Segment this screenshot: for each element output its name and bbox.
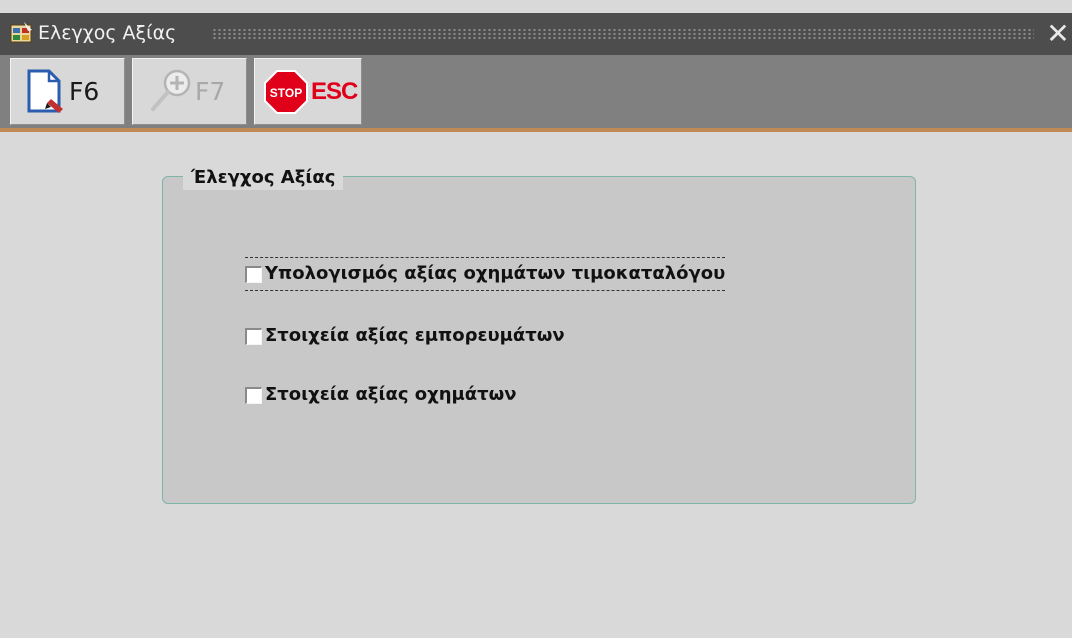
focus-outline: Υπολογισμός αξίας οχημάτων τιμοκαταλόγου bbox=[245, 257, 726, 291]
stop-badge-text: STOP bbox=[270, 86, 302, 100]
app-icon bbox=[10, 22, 34, 44]
stop-sign-icon: STOP bbox=[263, 69, 309, 120]
f6-label: F6 bbox=[69, 77, 100, 106]
new-record-button[interactable]: F6 bbox=[10, 58, 125, 125]
window-title: Ελεγχος Αξίας bbox=[38, 22, 177, 44]
search-button[interactable]: F7 bbox=[132, 58, 247, 125]
title-bar[interactable]: Ελεγχος Αξίας ✕ bbox=[0, 13, 1072, 55]
option-vehicle-pricelist-value[interactable]: Υπολογισμός αξίας οχημάτων τιμοκαταλόγου bbox=[245, 257, 726, 291]
exit-button[interactable]: STOP ESC bbox=[254, 58, 362, 125]
esc-label: ESC bbox=[311, 78, 358, 105]
checkbox-label: Στοιχεία αξίας οχημάτων bbox=[265, 384, 517, 405]
new-document-icon bbox=[23, 69, 67, 120]
toolbar: F6 F7 STOP ESC bbox=[0, 55, 1072, 128]
checkbox-label: Στοιχεία αξίας εμπορευμάτων bbox=[265, 325, 565, 346]
option-goods-value-data[interactable]: Στοιχεία αξίας εμπορευμάτων bbox=[245, 322, 565, 350]
group-title: Έλεγχος Αξίας bbox=[183, 166, 344, 190]
checkbox-label: Υπολογισμός αξίας οχημάτων τιμοκαταλόγου bbox=[265, 263, 726, 284]
dialog-window: Ελεγχος Αξίας ✕ F6 F7 STOP ESC Έλεγχος Α… bbox=[0, 0, 1072, 638]
option-vehicle-value-data[interactable]: Στοιχεία αξίας οχημάτων bbox=[245, 381, 517, 409]
close-icon[interactable]: ✕ bbox=[1044, 18, 1072, 50]
search-zoom-in-icon bbox=[147, 65, 197, 120]
checkbox[interactable] bbox=[245, 265, 262, 283]
checkbox[interactable] bbox=[245, 327, 262, 345]
checkbox[interactable] bbox=[245, 386, 262, 404]
title-grip-pattern bbox=[212, 28, 1034, 40]
f7-label: F7 bbox=[195, 77, 226, 106]
